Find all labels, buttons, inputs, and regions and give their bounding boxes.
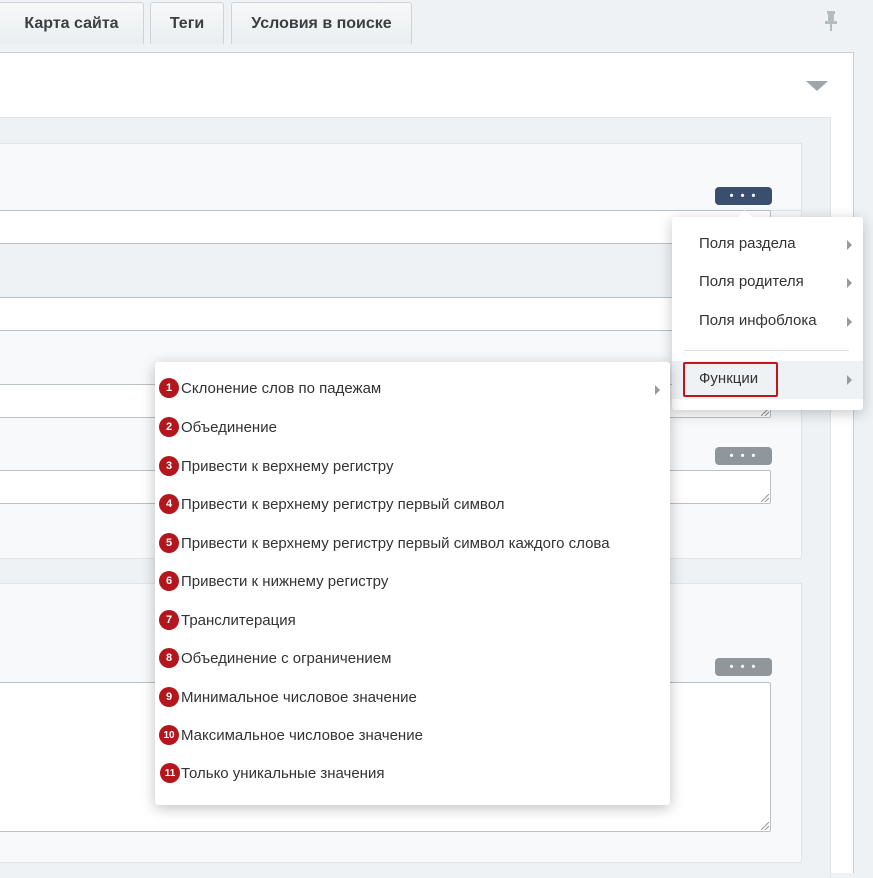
- menu-item-label: Поля инфоблока: [699, 312, 817, 329]
- chevron-right-icon: [847, 375, 852, 385]
- number-badge: 10: [159, 725, 179, 745]
- function-label: Транслитерация: [181, 612, 296, 629]
- function-label: Привести к верхнему регистру первый симв…: [181, 535, 610, 552]
- tab-tags[interactable]: Теги: [150, 2, 224, 44]
- function-item[interactable]: 1 Склонение слов по падежам: [155, 374, 670, 404]
- function-item[interactable]: 6 Привести к нижнему регистру: [155, 567, 670, 597]
- function-label: Привести к верхнему регистру: [181, 458, 394, 475]
- tab-search-conditions[interactable]: Условия в поиске: [231, 2, 412, 44]
- insert-macro-button[interactable]: • • •: [715, 447, 772, 465]
- resize-handle[interactable]: [761, 494, 769, 502]
- function-label: Объединение с ограничением: [181, 650, 392, 667]
- function-item[interactable]: 2 Объединение: [155, 413, 670, 443]
- number-badge: 7: [159, 610, 179, 630]
- function-label: Только уникальные значения: [181, 765, 385, 782]
- menu-item-section-fields[interactable]: Поля раздела: [672, 226, 863, 264]
- function-item[interactable]: 11 Только уникальные значения: [155, 759, 670, 789]
- function-item[interactable]: 9 Минимальное числовое значение: [155, 683, 670, 713]
- function-label: Объединение: [181, 419, 277, 436]
- menu-item-label: Поля родителя: [699, 273, 804, 290]
- tab-sitemap[interactable]: Карта сайта: [0, 2, 144, 44]
- chevron-right-icon: [847, 278, 852, 288]
- function-item[interactable]: 7 Транслитерация: [155, 606, 670, 636]
- function-item[interactable]: 3 Привести к верхнему регистру: [155, 452, 670, 482]
- number-badge: 5: [159, 533, 179, 553]
- tab-bar: Карта сайта Теги Условия в поиске: [0, 0, 873, 44]
- insert-macro-button[interactable]: • • •: [715, 187, 772, 205]
- chevron-right-icon: [655, 385, 660, 395]
- number-badge: 6: [159, 571, 179, 591]
- function-item[interactable]: 4 Привести к верхнему регистру первый си…: [155, 490, 670, 520]
- number-badge: 4: [159, 494, 179, 514]
- collapse-arrow-icon[interactable]: [806, 81, 828, 91]
- pin-icon[interactable]: [822, 10, 840, 32]
- text-field[interactable]: [0, 297, 771, 331]
- function-item[interactable]: 10 Максимальное числовое значение: [155, 721, 670, 751]
- insert-menu: Поля раздела Поля родителя Поля инфоблок…: [672, 210, 863, 410]
- chevron-right-icon: [847, 240, 852, 250]
- number-badge: 2: [159, 417, 179, 437]
- function-item[interactable]: 5 Привести к верхнему регистру первый си…: [155, 529, 670, 559]
- function-label: Привести к нижнему регистру: [181, 573, 389, 590]
- number-badge: 3: [159, 456, 179, 476]
- function-label: Привести к верхнему регистру первый симв…: [181, 496, 505, 513]
- number-badge: 9: [159, 687, 179, 707]
- text-field[interactable]: [0, 210, 771, 244]
- number-badge: 8: [159, 648, 179, 668]
- menu-item-label: Функции: [699, 370, 759, 387]
- menu-item-iblock-fields[interactable]: Поля инфоблока: [672, 303, 863, 341]
- chevron-right-icon: [847, 317, 852, 327]
- function-label: Склонение слов по падежам: [181, 380, 382, 397]
- insert-macro-button[interactable]: • • •: [715, 658, 772, 676]
- resize-handle[interactable]: [761, 822, 769, 830]
- function-item[interactable]: 8 Объединение с ограничением: [155, 644, 670, 674]
- number-badge: 11: [160, 763, 180, 783]
- number-badge: 1: [159, 378, 179, 398]
- menu-notch: [737, 210, 753, 218]
- function-label: Минимальное числовое значение: [181, 689, 417, 706]
- menu-item-functions[interactable]: Функции: [672, 361, 863, 399]
- functions-submenu: 1 Склонение слов по падежам 2 Объединени…: [155, 362, 670, 805]
- menu-item-label: Поля раздела: [699, 235, 796, 252]
- menu-item-parent-fields[interactable]: Поля родителя: [672, 264, 863, 302]
- menu-divider: [684, 350, 849, 351]
- function-label: Максимальное числовое значение: [181, 727, 423, 744]
